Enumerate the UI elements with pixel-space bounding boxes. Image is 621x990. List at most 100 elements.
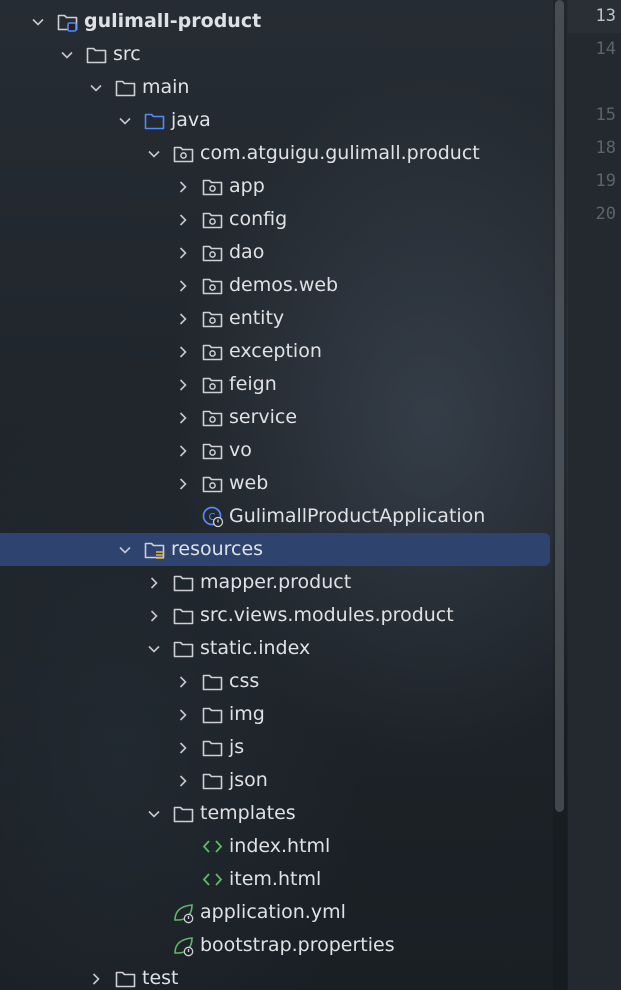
tree-item-label: vo [229, 439, 252, 461]
chevron-down-icon[interactable] [57, 38, 77, 71]
line-number: 20 [595, 204, 616, 224]
chevron-right-icon[interactable] [173, 302, 193, 335]
chevron-down-icon[interactable] [144, 632, 164, 665]
chevron-right-icon[interactable] [173, 203, 193, 236]
tree-item[interactable]: demos.web [0, 269, 552, 302]
line-number: 14 [595, 39, 616, 59]
folder-icon [201, 670, 224, 693]
tree-item[interactable]: app [0, 170, 552, 203]
tree-item-label: static.index [200, 637, 311, 659]
tree-item-label: app [229, 175, 265, 197]
tree-item[interactable]: index.html [0, 830, 552, 863]
tree-item[interactable]: templates [0, 797, 552, 830]
package-icon [201, 274, 224, 297]
chevron-down-icon[interactable] [86, 71, 106, 104]
package-icon [201, 373, 224, 396]
tree-item[interactable]: vo [0, 434, 552, 467]
tree-item[interactable]: config [0, 203, 552, 236]
chevron-down-icon[interactable] [28, 5, 48, 38]
chevron-right-icon[interactable] [173, 467, 193, 500]
tree-item[interactable]: gulimall-product [0, 5, 552, 38]
chevron-right-icon[interactable] [173, 368, 193, 401]
package-icon [201, 472, 224, 495]
tree-item[interactable]: java [0, 104, 552, 137]
line-number: 15 [595, 105, 616, 125]
package-icon [201, 241, 224, 264]
tree-item[interactable]: css [0, 665, 552, 698]
folder-icon [201, 769, 224, 792]
folder-icon [114, 76, 137, 99]
folder-icon [85, 43, 108, 66]
project-tree[interactable]: gulimall-product src main java com.atguigu.g… [0, 0, 552, 990]
tree-item[interactable]: dao [0, 236, 552, 269]
chevron-right-icon[interactable] [173, 401, 193, 434]
chevron-right-icon[interactable] [173, 731, 193, 764]
chevron-right-icon[interactable] [144, 599, 164, 632]
chevron-down-icon[interactable] [144, 797, 164, 830]
tree-item[interactable]: src.views.modules.product [0, 599, 552, 632]
tree-item[interactable]: json [0, 764, 552, 797]
chevron-down-icon[interactable] [144, 137, 164, 170]
tree-item[interactable]: service [0, 401, 552, 434]
chevron-right-icon[interactable] [173, 236, 193, 269]
tree-item-label: src [113, 43, 141, 65]
scrollbar-thumb[interactable] [555, 0, 564, 812]
chevron-right-icon[interactable] [144, 566, 164, 599]
tree-item-label: dao [229, 241, 265, 263]
tree-item[interactable]: mapper.product [0, 566, 552, 599]
tree-item-label: com.atguigu.gulimall.product [200, 142, 480, 164]
tree-item[interactable]: entity [0, 302, 552, 335]
tree-item-label: test [142, 967, 179, 989]
tree-item-label: feign [229, 373, 277, 395]
line-number: 19 [595, 171, 616, 191]
folder-icon [114, 967, 137, 990]
chevron-right-icon[interactable] [173, 698, 193, 731]
tree-item[interactable]: web [0, 467, 552, 500]
tree-item[interactable]: com.atguigu.gulimall.product [0, 137, 552, 170]
chevron-right-icon[interactable] [173, 434, 193, 467]
folder-icon [172, 637, 195, 660]
tree-item-label: service [229, 406, 298, 428]
tree-item[interactable]: static.index [0, 632, 552, 665]
tree-item-label: templates [200, 802, 296, 824]
chevron-right-icon[interactable] [173, 269, 193, 302]
tree-item-label: demos.web [229, 274, 339, 296]
tree-item[interactable]: feign [0, 368, 552, 401]
tree-item[interactable]: src [0, 38, 552, 71]
package-icon [201, 439, 224, 462]
tree-item-label: bootstrap.properties [200, 934, 395, 956]
tree-item[interactable]: js [0, 731, 552, 764]
tree-item-label: exception [229, 340, 322, 362]
line-number: 13 [595, 6, 616, 26]
chevron-right-icon[interactable] [173, 665, 193, 698]
tree-item[interactable]: application.yml [0, 896, 552, 929]
tree-item[interactable]: exception [0, 335, 552, 368]
tree-item-label: css [229, 670, 260, 692]
tree-item[interactable]: img [0, 698, 552, 731]
tree-item[interactable]: bootstrap.properties [0, 929, 552, 962]
resources-folder-icon [143, 538, 166, 561]
tree-item[interactable]: item.html [0, 863, 552, 896]
package-icon [201, 340, 224, 363]
tree-item-label: java [171, 109, 211, 131]
chevron-right-icon[interactable] [173, 764, 193, 797]
html-file-icon [201, 868, 224, 891]
spring-config-icon [172, 901, 195, 924]
chevron-right-icon[interactable] [173, 170, 193, 203]
tree-item-label: src.views.modules.product [200, 604, 454, 626]
chevron-down-icon[interactable] [115, 104, 135, 137]
chevron-down-icon[interactable] [115, 533, 135, 566]
line-number: 18 [595, 138, 616, 158]
chevron-right-icon[interactable] [173, 335, 193, 368]
tree-item-label: web [229, 472, 269, 494]
tree-item[interactable]: test [0, 962, 552, 990]
tree-item-label: item.html [229, 868, 322, 890]
spring-config-icon [172, 934, 195, 957]
package-icon [201, 307, 224, 330]
tree-item[interactable]: resources [0, 533, 550, 566]
tree-item-label: mapper.product [200, 571, 352, 593]
html-file-icon [201, 835, 224, 858]
chevron-right-icon[interactable] [86, 962, 106, 990]
tree-item[interactable]: main [0, 71, 552, 104]
tree-item[interactable]: C GulimallProductApplication [0, 500, 552, 533]
